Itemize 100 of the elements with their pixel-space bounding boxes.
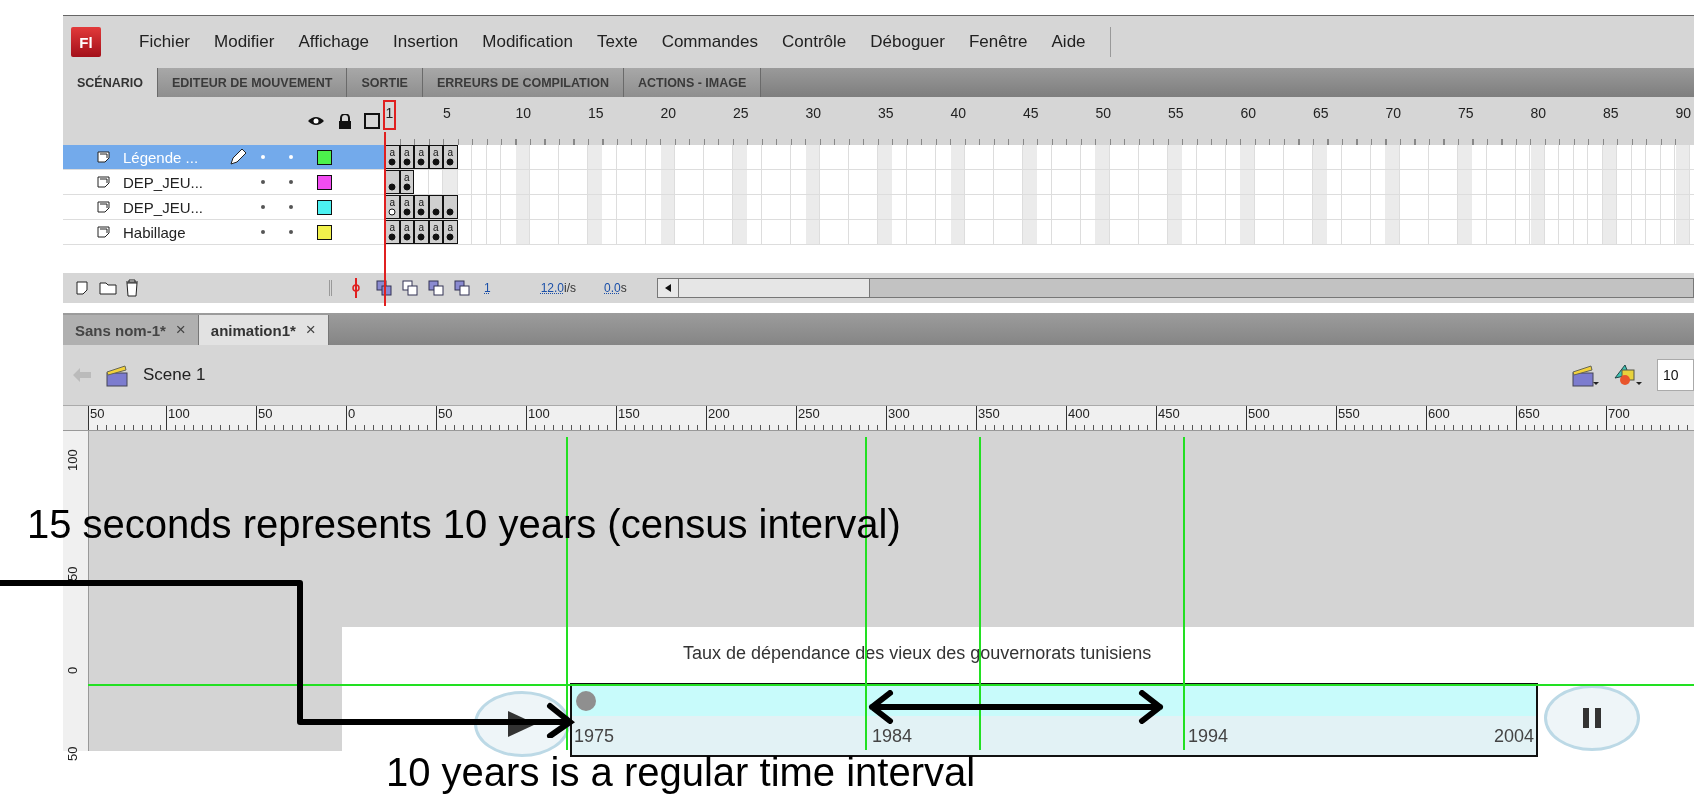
visibility-dot: [261, 205, 265, 209]
center-frame-icon[interactable]: [350, 278, 362, 298]
year-label: 2004: [1493, 726, 1534, 747]
keyframe-dot-icon: [388, 233, 397, 241]
action-mark: a: [389, 148, 396, 158]
keyframe[interactable]: [443, 195, 458, 219]
menu-item[interactable]: Fenêtre: [968, 32, 1028, 52]
keyframe[interactable]: a: [414, 220, 429, 244]
outline-icon[interactable]: [364, 113, 380, 129]
eye-icon[interactable]: [307, 115, 325, 127]
keyframe-dot-icon: [417, 158, 426, 166]
onion-markers-icon[interactable]: [454, 280, 470, 296]
visibility-dot: [261, 230, 265, 234]
action-mark: a: [447, 148, 454, 158]
menu-item[interactable]: Déboguer: [870, 32, 945, 52]
keyframe-dot-icon: [417, 233, 426, 241]
panel-tab[interactable]: ERREURS DE COMPILATION: [422, 68, 624, 97]
folder-icon[interactable]: [99, 280, 117, 296]
action-mark: a: [403, 198, 410, 208]
menu-item[interactable]: Insertion: [393, 32, 459, 52]
playhead[interactable]: 1: [383, 100, 396, 130]
keyframe-dot-icon: [417, 208, 426, 216]
menu-item[interactable]: Aide: [1051, 32, 1086, 52]
close-tab-button[interactable]: ×: [175, 320, 186, 340]
layer-icon[interactable]: [97, 200, 111, 214]
zoom-field[interactable]: 10: [1657, 359, 1694, 391]
menu-item[interactable]: Contrôle: [782, 32, 847, 52]
keyframe-dot-icon: [446, 158, 455, 166]
panel-tab[interactable]: SORTIE: [347, 68, 423, 97]
edit-frames-icon[interactable]: [428, 280, 444, 296]
scroll-left-button[interactable]: [657, 279, 679, 297]
action-mark: a: [403, 148, 410, 158]
document-tab[interactable]: animation1* ×: [198, 315, 329, 345]
keyframe[interactable]: a: [414, 195, 429, 219]
edit-symbols-icon[interactable]: [1613, 362, 1643, 388]
panel-tab[interactable]: EDITEUR DE MOUVEMENT: [158, 68, 348, 97]
action-mark: a: [418, 223, 425, 233]
keyframe[interactable]: a: [443, 220, 458, 244]
timeline-scrollbar[interactable]: [656, 278, 1694, 298]
document-tab[interactable]: Sans nom-1* ×: [63, 315, 199, 345]
close-tab-button[interactable]: ×: [305, 320, 316, 340]
ruler-label: 0: [65, 666, 80, 674]
visibility-dot: [261, 180, 265, 184]
frame-number: 80: [1530, 104, 1545, 121]
panel-tab[interactable]: ACTIONS - IMAGE: [623, 68, 762, 97]
frame-number: 45: [1023, 104, 1038, 121]
keyframe-dot-icon: [446, 208, 455, 216]
pause-icon: [1583, 708, 1601, 728]
ruler-label: 50: [65, 566, 80, 581]
frame-number: 90: [1675, 104, 1690, 121]
slider-knob[interactable]: [576, 691, 596, 711]
action-mark: a: [418, 148, 425, 158]
menu-item[interactable]: Commandes: [661, 32, 758, 52]
menu-item[interactable]: Affichage: [298, 32, 370, 52]
visibility-dot: [261, 155, 265, 159]
scroll-thumb[interactable]: [678, 279, 870, 297]
keyframe-dot-icon: [446, 233, 455, 241]
menu-item[interactable]: Texte: [597, 32, 638, 52]
time-unit: s: [620, 281, 627, 295]
lock-dot: [289, 180, 293, 184]
time-slider[interactable]: 1975 1984 1994 2004: [570, 683, 1538, 757]
layer-icon[interactable]: [97, 175, 111, 189]
lock-icon[interactable]: [338, 113, 352, 129]
keyframe-dot-icon: [402, 183, 411, 191]
action-mark: a: [432, 148, 439, 158]
menu-item[interactable]: Modification: [482, 32, 573, 52]
lock-dot: [289, 155, 293, 159]
menu-item[interactable]: Modifier: [214, 32, 275, 52]
edit-scene-icon[interactable]: [1571, 363, 1599, 387]
elapsed-time[interactable]: 0.0: [604, 281, 621, 295]
new-layer-icon[interactable]: [75, 280, 91, 296]
keyframe[interactable]: a: [443, 145, 458, 169]
frame-rate[interactable]: 12.0: [540, 281, 565, 295]
ruler-label: 50: [65, 746, 80, 761]
action-mark: a: [389, 223, 396, 233]
action-mark: a: [418, 198, 425, 208]
layer-icon[interactable]: [97, 225, 111, 239]
frame-number: 40: [950, 104, 965, 121]
frame-number: 5: [443, 104, 452, 121]
panel-tab[interactable]: SCÉNARIO: [63, 68, 158, 97]
empty-keyframe-icon: [388, 208, 397, 216]
frame-number: 1: [385, 105, 394, 121]
frame-number: 50: [1095, 104, 1110, 121]
onion-outline-icon[interactable]: [402, 280, 418, 296]
frame-number: 30: [805, 104, 820, 121]
keyframe-dot-icon: [431, 208, 440, 216]
keyframe-dot-icon: [402, 208, 411, 216]
lock-dot: [289, 205, 293, 209]
trash-icon[interactable]: [125, 279, 139, 297]
menu-item[interactable]: Fichier: [139, 32, 190, 52]
keyframe-dot-icon: [431, 233, 440, 241]
frame-number: 10: [515, 104, 530, 121]
action-mark: a: [389, 198, 396, 208]
layer-icon[interactable]: [97, 150, 111, 164]
frame-number: 60: [1240, 104, 1255, 121]
left-arrow-icon: [664, 284, 671, 292]
keyframe[interactable]: a: [414, 145, 429, 169]
current-frame[interactable]: 1: [484, 281, 491, 295]
pencil-icon: [229, 148, 247, 166]
frame-number: 65: [1313, 104, 1328, 121]
